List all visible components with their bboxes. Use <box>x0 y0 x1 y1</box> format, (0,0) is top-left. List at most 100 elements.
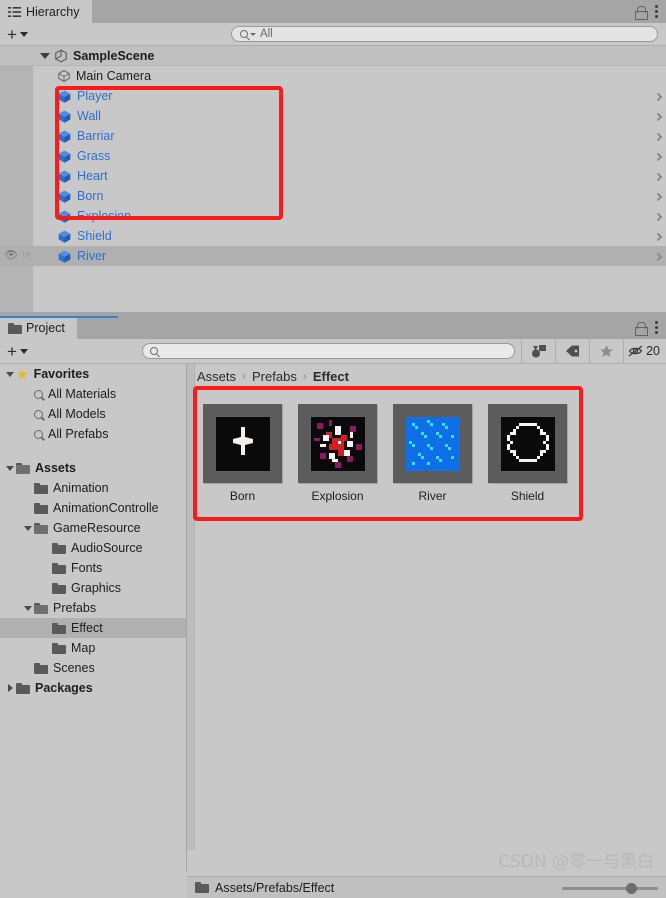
hierarchy-item-shield[interactable]: Shield <box>0 226 666 246</box>
asset-thumbnail <box>488 404 567 483</box>
project-tree-item-graphics[interactable]: Graphics <box>0 578 186 598</box>
asset-item-shield[interactable]: Shield <box>488 404 567 503</box>
chevron-right-icon[interactable] <box>653 192 663 202</box>
hierarchy-row-gutter-icons[interactable]: 👁 ☞ <box>4 250 32 262</box>
hierarchy-item-grass[interactable]: Grass <box>0 146 666 166</box>
breadcrumb-item-assets[interactable]: Assets <box>197 369 236 384</box>
chevron-down-icon[interactable] <box>22 605 34 611</box>
asset-browser-left-edge <box>187 364 195 850</box>
hidden-packages-count: 20 <box>646 344 660 358</box>
lock-icon[interactable] <box>635 321 648 336</box>
chevron-down-icon[interactable] <box>4 465 16 471</box>
hierarchy-icon <box>8 6 21 17</box>
project-asset-browser[interactable]: Assets › Prefabs › Effect Born Explosion… <box>187 364 666 872</box>
chevron-down-icon[interactable] <box>4 371 16 377</box>
folder-open-icon <box>16 462 30 474</box>
favorite-star-icon[interactable] <box>589 338 623 364</box>
asset-grid: Born Explosion River Shield <box>187 388 666 503</box>
eye-icon[interactable]: 👁 <box>4 250 18 262</box>
hierarchy-item-explosion[interactable]: Explosion <box>0 206 666 226</box>
folder-icon <box>52 582 66 594</box>
chevron-right-icon[interactable] <box>653 92 663 102</box>
project-tree-item-scenes[interactable]: Scenes <box>0 658 186 678</box>
search-icon <box>239 30 248 38</box>
hand-icon[interactable]: ☞ <box>22 250 32 262</box>
hierarchy-object-rows: Main Camera Player Wall Barriar Grass Heart Bo… <box>0 66 666 266</box>
hierarchy-tree[interactable]: SampleScene Main Camera Player Wall Barriar… <box>0 46 666 312</box>
hierarchy-item-heart[interactable]: Heart <box>0 166 666 186</box>
project-tree-item-effect[interactable]: Effect <box>0 618 186 638</box>
slider-handle[interactable] <box>626 882 637 894</box>
hierarchy-search-input[interactable]: All <box>230 26 658 42</box>
project-tree-item-map[interactable]: Map <box>0 638 186 658</box>
project-tree-item-gameresource[interactable]: GameResource <box>0 518 186 538</box>
plus-icon: + <box>7 24 17 44</box>
tab-hierarchy[interactable]: Hierarchy <box>0 0 93 23</box>
lock-icon[interactable] <box>635 5 648 20</box>
project-tree-item-animationcontrolle[interactable]: AnimationControlle <box>0 498 186 518</box>
thumbnail-size-slider[interactable] <box>562 881 658 895</box>
project-tree-item-audiosource[interactable]: AudioSource <box>0 538 186 558</box>
project-tree-item-packages[interactable]: Packages <box>0 678 186 698</box>
hierarchy-toolbar: + All <box>0 23 666 46</box>
hierarchy-item-born[interactable]: Born <box>0 186 666 206</box>
kebab-menu-icon[interactable] <box>655 321 658 334</box>
project-folder-tree[interactable]: ★ Favorites All Materials All Models All Pre… <box>0 364 187 872</box>
asset-item-born[interactable]: Born <box>203 404 282 503</box>
folder-icon <box>52 542 66 554</box>
asset-item-explosion[interactable]: Explosion <box>298 404 377 503</box>
hierarchy-item-player[interactable]: Player <box>0 86 666 106</box>
kebab-menu-icon[interactable] <box>655 5 658 18</box>
folder-open-icon <box>34 522 48 534</box>
project-tree-item-animation[interactable]: Animation <box>0 478 186 498</box>
type-filter-glyph <box>531 344 546 357</box>
chevron-right-icon[interactable] <box>653 232 663 242</box>
label-filter-glyph <box>566 345 580 357</box>
project-add-button[interactable]: + <box>0 339 36 363</box>
chevron-right-icon[interactable] <box>653 152 663 162</box>
chevron-right-icon[interactable] <box>653 132 663 142</box>
breadcrumb-item-effect[interactable]: Effect <box>313 369 349 384</box>
asset-item-river[interactable]: River <box>393 404 472 503</box>
status-bar: Assets/Prefabs/Effect <box>187 876 666 898</box>
project-search-input[interactable] <box>141 343 516 359</box>
type-filter-icon[interactable] <box>521 338 555 364</box>
hierarchy-item-main-camera[interactable]: Main Camera <box>0 66 666 86</box>
chevron-right-icon[interactable] <box>653 212 663 222</box>
tab-project[interactable]: Project <box>0 316 78 339</box>
folder-icon <box>34 662 48 674</box>
hierarchy-item-label: River <box>77 249 107 263</box>
chevron-right-icon[interactable] <box>4 684 16 692</box>
project-tree-item-favorites[interactable]: ★ Favorites <box>0 364 186 384</box>
hierarchy-item-wall[interactable]: Wall <box>0 106 666 126</box>
chevron-right-icon[interactable] <box>653 172 663 182</box>
project-tree-item-assets[interactable]: Assets <box>0 458 186 478</box>
hierarchy-item-river[interactable]: 👁 ☞ River <box>0 246 666 266</box>
project-tree-item-label: All Materials <box>48 387 117 401</box>
project-tree-item-all-materials[interactable]: All Materials <box>0 384 186 404</box>
project-tree-item-prefabs[interactable]: Prefabs <box>0 598 186 618</box>
watermark: CSDN @零一与黑白 <box>498 852 654 872</box>
chevron-right-icon[interactable] <box>653 252 663 262</box>
label-filter-icon[interactable] <box>555 338 589 364</box>
chevron-down-icon[interactable] <box>22 525 34 531</box>
plus-icon: + <box>7 341 17 361</box>
hierarchy-scene-row[interactable]: SampleScene <box>0 46 666 66</box>
breadcrumb-item-prefabs[interactable]: Prefabs <box>252 369 297 384</box>
hidden-packages-indicator[interactable]: 20 <box>623 338 666 364</box>
born-star-thumb <box>215 416 270 471</box>
hierarchy-item-label: Main Camera <box>76 69 152 83</box>
cube-outline-icon <box>58 69 70 83</box>
project-tree-item-fonts[interactable]: Fonts <box>0 558 186 578</box>
folder-icon <box>52 622 66 634</box>
chevron-down-icon[interactable] <box>40 52 50 59</box>
tab-project-label: Project <box>26 320 65 335</box>
project-tree-item-all-prefabs[interactable]: All Prefabs <box>0 424 186 444</box>
shield-outline-thumb <box>500 416 555 471</box>
prefab-cube-icon <box>58 170 71 183</box>
chevron-right-icon[interactable] <box>653 112 663 122</box>
hierarchy-item-barriar[interactable]: Barriar <box>0 126 666 146</box>
project-tree-item-label: AnimationControlle <box>53 501 159 515</box>
project-tree-item-all-models[interactable]: All Models <box>0 404 186 424</box>
hierarchy-add-button[interactable]: + <box>0 23 36 45</box>
